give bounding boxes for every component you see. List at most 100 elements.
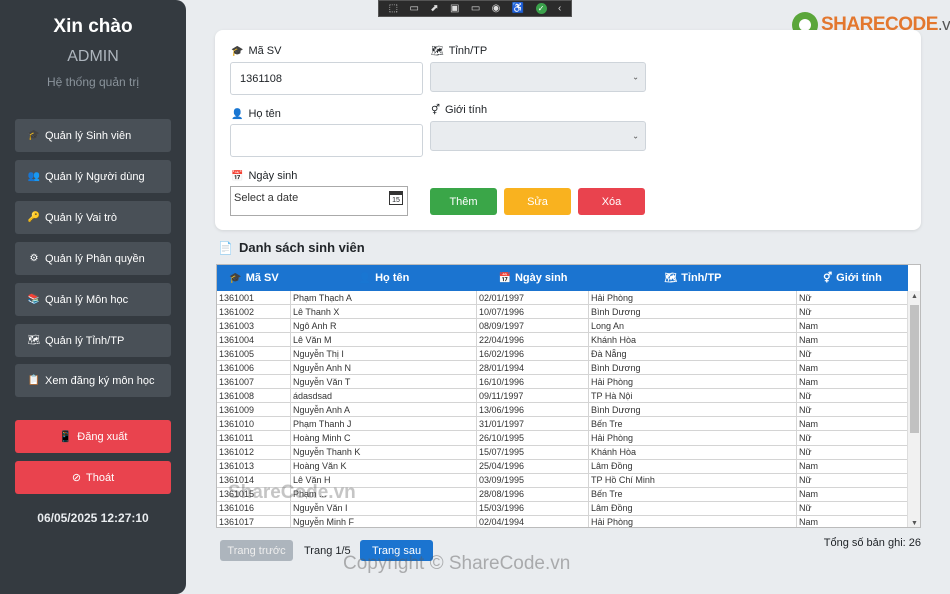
table-cell: Bến Tre bbox=[589, 417, 797, 431]
sidebar-item-4[interactable]: 📚 Quản lý Môn học bbox=[15, 283, 171, 316]
check-icon[interactable]: ✓ bbox=[535, 3, 547, 14]
table-cell: Hoàng Minh C bbox=[291, 431, 477, 445]
table-cell: Nam bbox=[799, 320, 819, 331]
edit-button[interactable]: Sửa bbox=[504, 188, 571, 215]
monitor-icon[interactable]: ▭ bbox=[471, 3, 480, 14]
sidebar-item-0[interactable]: 🎓 Quản lý Sinh viên bbox=[15, 119, 171, 152]
gender-label: ⚥ Giới tính bbox=[431, 104, 488, 116]
table-cell: TP Hà Nội bbox=[589, 389, 797, 403]
table-cell: 03/09/1995 bbox=[477, 473, 589, 487]
col-header-dob[interactable]: 📅 Ngày sinh bbox=[477, 265, 589, 291]
name-input[interactable] bbox=[230, 124, 423, 157]
table-cell: Nam bbox=[799, 376, 819, 387]
sidebar-item-2[interactable]: 🔑 Quản lý Vai trò bbox=[15, 201, 171, 234]
key-icon: 🔑 bbox=[27, 212, 41, 223]
map-icon: 🗺 bbox=[27, 335, 41, 346]
table-cell: 02/04/1994 bbox=[477, 515, 589, 527]
table-cell: Nữ bbox=[799, 292, 812, 303]
cursor-icon[interactable]: ⬈ bbox=[430, 3, 438, 14]
select-icon[interactable]: ⬚ bbox=[389, 3, 398, 14]
clipboard-icon: 📋 bbox=[27, 375, 41, 386]
table-cell: 15/07/1995 bbox=[477, 445, 589, 459]
table-row[interactable]: 1361008 ádasdsad 09/11/1997 TP Hà Nội Nữ bbox=[217, 389, 908, 404]
table-cell: Khánh Hòa bbox=[589, 333, 797, 347]
table-cell: Đà Nẵng bbox=[589, 347, 797, 361]
gender-select[interactable]: ⌄ bbox=[430, 121, 646, 151]
province-select[interactable]: ⌄ bbox=[430, 62, 646, 92]
chevron-down-icon: ⌄ bbox=[632, 131, 639, 141]
broadcast-icon[interactable]: ◉ bbox=[492, 3, 501, 14]
sidebar-item-5[interactable]: 🗺 Quản lý Tỉnh/TP bbox=[15, 324, 171, 357]
table-row[interactable]: 1361009 Nguyễn Anh A 13/06/1996 Bình Dương N… bbox=[217, 403, 908, 418]
table-cell: 26/10/1995 bbox=[477, 431, 589, 445]
exit-button[interactable]: ⊘ Thoát bbox=[15, 461, 171, 494]
table-cell: Nguyễn Anh N bbox=[291, 361, 477, 375]
table-cell: 1361002 bbox=[217, 305, 291, 319]
table-cell: 1361010 bbox=[217, 417, 291, 431]
table-cell: Nữ bbox=[799, 432, 812, 443]
table-cell: Hải Phòng bbox=[589, 375, 797, 389]
table-scrollbar[interactable]: ▲ ▼ bbox=[907, 291, 920, 527]
sidebar-item-1[interactable]: 👥 Quản lý Người dùng bbox=[15, 160, 171, 193]
table-cell: 1361008 bbox=[217, 389, 291, 403]
table-row[interactable]: 1361003 Ngô Anh R 08/09/1997 Long An Nam bbox=[217, 319, 908, 334]
name-label: 👤 Họ tên bbox=[231, 108, 281, 120]
col-header-name[interactable]: 👤 Họ tên bbox=[291, 265, 477, 291]
table-row[interactable]: 1361013 Hoàng Văn K 25/04/1996 Lâm Đồng Nam bbox=[217, 459, 908, 474]
system-subtitle: Hệ thống quản trị bbox=[46, 75, 140, 89]
table-cell: Nam bbox=[799, 461, 819, 472]
student-id-input[interactable]: 1361108 bbox=[230, 62, 423, 95]
table-cell: Nguyễn Văn T bbox=[291, 375, 477, 389]
table-row[interactable]: 1361017 Nguyễn Minh F 02/04/1994 Hải Phòng N… bbox=[217, 515, 908, 527]
table-cell: TP Hồ Chí Minh bbox=[589, 473, 797, 487]
dob-datepicker[interactable]: Select a date 15 bbox=[230, 186, 408, 216]
table-cell: 02/01/1997 bbox=[477, 291, 589, 305]
calendar-icon: 📅 bbox=[498, 272, 511, 284]
sidebar-item-label: Xem đăng ký môn học bbox=[45, 374, 155, 387]
table-row[interactable]: 1361005 Nguyễn Thị I 16/02/1996 Đà Nẵng Nữ bbox=[217, 347, 908, 362]
table-watermark: ShareCode.vn bbox=[228, 482, 356, 503]
graduation-cap-icon: 🎓 bbox=[229, 272, 242, 284]
table-cell: Bến Tre bbox=[589, 487, 797, 501]
sidebar-item-label: Quản lý Phân quyền bbox=[45, 252, 145, 265]
table-cell: Long An bbox=[589, 319, 797, 333]
calendar-picker-icon[interactable]: 15 bbox=[389, 191, 403, 205]
table-cell: Phạm Thạch A bbox=[291, 291, 477, 305]
table-cell: Nữ bbox=[799, 447, 812, 458]
table-row[interactable]: 1361006 Nguyễn Anh N 28/01/1994 Bình Dương N… bbox=[217, 361, 908, 376]
table-cell: 1361003 bbox=[217, 319, 291, 333]
col-header-gender[interactable]: ⚥ Giới tính bbox=[797, 265, 908, 291]
user-name: ADMIN bbox=[67, 48, 119, 65]
scrollbar-thumb[interactable] bbox=[910, 305, 919, 433]
frame-icon[interactable]: ▣ bbox=[450, 3, 459, 14]
table-row[interactable]: 1361012 Nguyễn Thanh K 15/07/1995 Khánh Hòa… bbox=[217, 445, 908, 460]
add-button[interactable]: Thêm bbox=[430, 188, 497, 215]
col-header-province[interactable]: 🗺 Tỉnh/TP bbox=[589, 265, 797, 291]
sidebar-item-3[interactable]: ⚙ Quản lý Phân quyền bbox=[15, 242, 171, 275]
table-cell: Nam bbox=[799, 418, 819, 429]
table-cell: Hoàng Văn K bbox=[291, 459, 477, 473]
chevron-left-icon[interactable]: ‹ bbox=[558, 3, 561, 14]
gender-icon: ⚥ bbox=[431, 104, 441, 116]
table-row[interactable]: 1361010 Phạm Thanh J 31/01/1997 Bến Tre Nam bbox=[217, 417, 908, 432]
table-row[interactable]: 1361007 Nguyễn Văn T 16/10/1996 Hải Phòng Na… bbox=[217, 375, 908, 390]
col-header-student-id[interactable]: 🎓 Mã SV bbox=[217, 265, 291, 291]
table-cell: Bình Dương bbox=[589, 403, 797, 417]
table-cell: 1361017 bbox=[217, 515, 291, 527]
table-row[interactable]: 1361002 Lê Thanh X 10/07/1996 Bình Dương Nữ bbox=[217, 305, 908, 320]
prev-page-button[interactable]: Trang trước bbox=[220, 540, 293, 561]
chevron-down-icon: ⌄ bbox=[632, 72, 639, 82]
accessibility-icon[interactable]: ♿ bbox=[512, 3, 524, 14]
table-row[interactable]: 1361004 Lê Văn M 22/04/1996 Khánh Hòa Nam bbox=[217, 333, 908, 348]
scroll-down-icon[interactable]: ▼ bbox=[908, 520, 920, 527]
table-row[interactable]: 1361011 Hoàng Minh C 26/10/1995 Hải Phòng Nữ bbox=[217, 431, 908, 446]
table-row[interactable]: 1361001 Phạm Thạch A 02/01/1997 Hải Phòng Nữ bbox=[217, 291, 908, 306]
sidebar-item-6[interactable]: 📋 Xem đăng ký môn học bbox=[15, 364, 171, 397]
scroll-up-icon[interactable]: ▲ bbox=[908, 293, 920, 300]
table-cell: Nam bbox=[799, 489, 819, 500]
logout-button[interactable]: 📱 Đăng xuất bbox=[15, 420, 171, 453]
greeting: Xin chào bbox=[53, 16, 133, 37]
video-icon[interactable]: ▭ bbox=[409, 3, 418, 14]
delete-button[interactable]: Xóa bbox=[578, 188, 645, 215]
table-header: 🎓 Mã SV 👤 Họ tên 📅 Ngày sinh 🗺 Tỉnh/TP ⚥ Giới… bbox=[217, 265, 908, 291]
